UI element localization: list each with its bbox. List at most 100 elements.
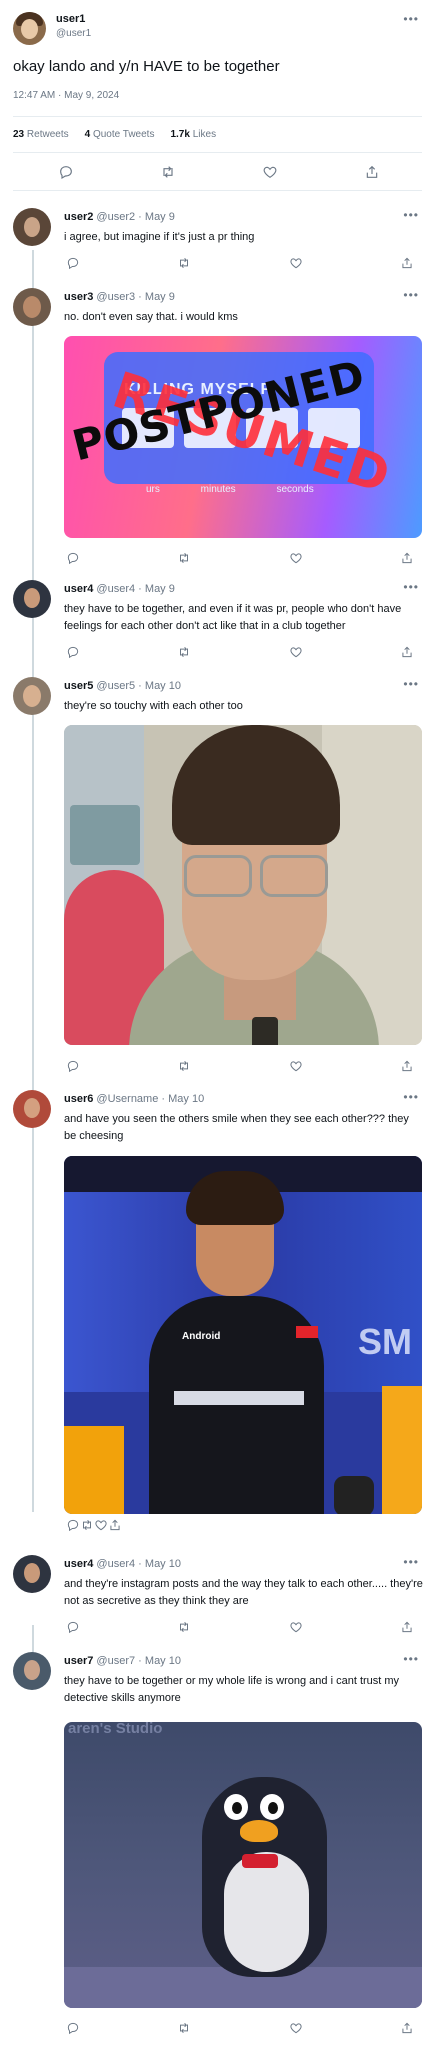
main-author-header: user1 @user1 [56,13,91,39]
share-icon[interactable] [400,1620,414,1634]
reply-media-image[interactable]: KILLING MYSELF urs minutes seconds RESUM… [64,336,422,538]
reply-more-button[interactable]: ••• [403,580,419,594]
reply-author-handle[interactable]: @user4 [96,1558,135,1570]
share-icon[interactable] [400,2021,414,2035]
quotes-stat[interactable]: 4 Quote Tweets [85,129,155,140]
reply-media-image[interactable]: aren's Studio [64,1722,422,2008]
reply-more-button[interactable]: ••• [403,1555,419,1569]
retweet-icon[interactable] [177,645,191,659]
reply-text: i agree, but imagine if it's just a pr t… [64,231,255,243]
reply-author-name[interactable]: user5 [64,680,93,692]
reply-author-handle[interactable]: @Username [96,1093,158,1105]
reply-action-bar [66,1620,414,1634]
reply-tweet: user4 @user4 · May 9 ••• they have to be… [0,580,435,662]
reply-date[interactable]: May 9 [145,291,175,303]
reply-icon[interactable] [66,256,80,270]
share-icon[interactable] [400,1059,414,1073]
like-icon[interactable] [262,164,278,180]
reply-author-handle[interactable]: @user7 [96,1655,135,1667]
reply-avatar[interactable] [13,1555,51,1593]
main-tweet-timestamp[interactable]: 12:47 AM · May 9, 2024 [13,90,119,101]
reply-date[interactable]: May 10 [145,1558,181,1570]
reply-header: user3 @user3 · May 9 [64,291,175,303]
reply-tweet: user5 @user5 · May 10 ••• they're so tou… [0,677,435,1077]
reply-author-handle[interactable]: @user3 [96,291,135,303]
like-icon[interactable] [289,256,303,270]
reply-avatar[interactable] [13,208,51,246]
reply-tweet: user2 @user2 · May 9 ••• i agree, but im… [0,208,435,278]
reply-author-handle[interactable]: @user5 [96,680,135,692]
main-author-avatar[interactable] [13,12,46,45]
reply-avatar[interactable] [13,580,51,618]
retweet-icon[interactable] [177,1059,191,1073]
reply-header: user4 @user4 · May 10 [64,1558,181,1570]
reply-more-button[interactable]: ••• [403,288,419,302]
reply-text: they have to be together or my whole lif… [64,1675,400,1704]
reply-action-bar [66,256,414,270]
reply-tweet: user6 @Username · May 10 ••• and have yo… [0,1090,435,1520]
reply-header: user2 @user2 · May 9 [64,211,175,223]
main-author-name[interactable]: user1 [56,13,91,25]
reply-header: user6 @Username · May 10 [64,1093,205,1105]
reply-author-name[interactable]: user4 [64,583,93,595]
reply-more-button[interactable]: ••• [403,677,419,691]
reply-author-name[interactable]: user7 [64,1655,93,1667]
reply-icon[interactable] [58,164,74,180]
reply-icon[interactable] [66,645,80,659]
media-background-text: SM [358,1321,412,1362]
share-icon[interactable] [400,645,414,659]
reply-icon[interactable] [66,1059,80,1073]
retweet-icon[interactable] [177,2021,191,2035]
retweets-stat[interactable]: 23 Retweets [13,129,69,140]
reply-author-name[interactable]: user6 [64,1093,93,1105]
reply-avatar[interactable] [13,677,51,715]
divider [13,152,422,153]
retweet-icon[interactable] [160,164,176,180]
share-icon[interactable] [364,164,380,180]
reply-media-image[interactable]: SM Android [64,1156,422,1514]
reply-avatar[interactable] [13,1652,51,1690]
reply-icon[interactable] [66,1620,80,1634]
like-icon[interactable] [289,645,303,659]
retweet-icon[interactable] [177,551,191,565]
reply-date[interactable]: May 9 [145,583,175,595]
reply-more-button[interactable]: ••• [403,208,419,222]
reply-avatar[interactable] [13,1090,51,1128]
share-icon[interactable] [108,1518,122,1532]
retweet-icon[interactable] [177,1620,191,1634]
like-icon[interactable] [94,1518,108,1532]
share-icon[interactable] [400,551,414,565]
reply-action-bar [66,645,414,659]
reply-icon[interactable] [66,551,80,565]
reply-date[interactable]: May 10 [145,680,181,692]
main-more-button[interactable]: ••• [403,12,419,26]
reply-icon[interactable] [66,2021,80,2035]
like-icon[interactable] [289,1620,303,1634]
like-icon[interactable] [289,1059,303,1073]
main-author-handle[interactable]: @user1 [56,28,91,39]
retweet-icon[interactable] [80,1518,94,1532]
reply-more-button[interactable]: ••• [403,1090,419,1104]
reply-date[interactable]: May 10 [145,1655,181,1667]
reply-action-bar [66,2021,414,2035]
reply-author-handle[interactable]: @user4 [96,583,135,595]
reply-date[interactable]: May 9 [145,211,175,223]
retweet-icon[interactable] [177,256,191,270]
reply-author-name[interactable]: user2 [64,211,93,223]
reply-media-image[interactable] [64,725,422,1045]
share-icon[interactable] [400,256,414,270]
reply-date[interactable]: May 10 [168,1093,204,1105]
reply-icon[interactable] [66,1518,80,1532]
reply-author-name[interactable]: user3 [64,291,93,303]
reply-avatar[interactable] [13,288,51,326]
main-tweet-text: okay lando and y/n HAVE to be together [13,58,280,75]
reply-text: and have you seen the others smile when … [64,1113,409,1142]
reply-author-name[interactable]: user4 [64,1558,93,1570]
reply-tweet: user4 @user4 · May 10 ••• and they're in… [0,1555,435,1637]
reply-header: user5 @user5 · May 10 [64,680,181,692]
reply-author-handle[interactable]: @user2 [96,211,135,223]
likes-stat[interactable]: 1.7k Likes [170,129,216,140]
like-icon[interactable] [289,551,303,565]
reply-more-button[interactable]: ••• [403,1652,419,1666]
like-icon[interactable] [289,2021,303,2035]
